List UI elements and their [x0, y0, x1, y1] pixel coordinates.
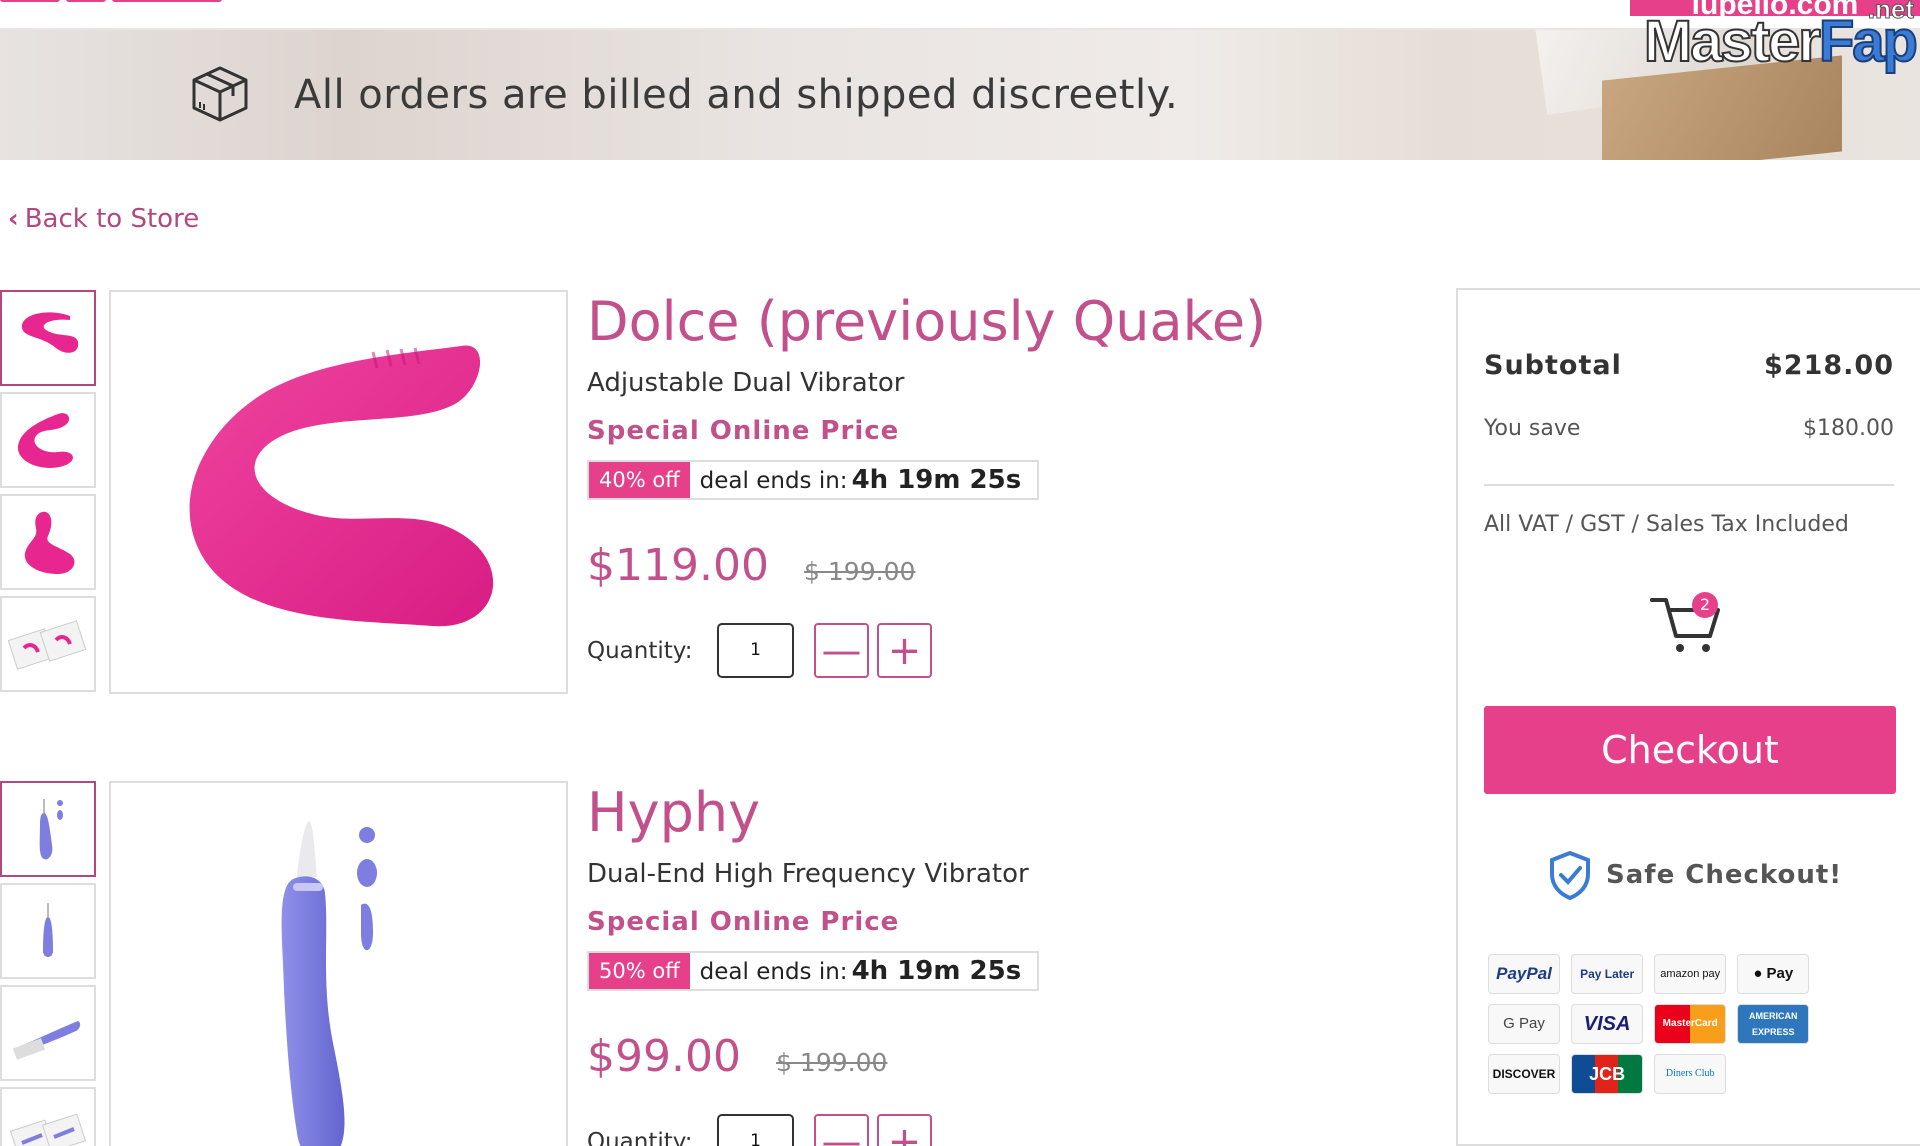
thumbnail-4[interactable]	[0, 1087, 96, 1146]
subtotal-label: Subtotal	[1484, 350, 1622, 381]
product-subtitle: Adjustable Dual Vibrator	[587, 368, 905, 398]
quantity-row: Quantity: 1 — +	[587, 1114, 1407, 1146]
google-pay-logo: G Pay	[1488, 1004, 1560, 1044]
quantity-row: Quantity: 1 — +	[587, 623, 1407, 678]
shield-check-icon	[1550, 850, 1590, 900]
mastercard-logo: MasterCard	[1654, 1004, 1727, 1044]
thumbnail-list	[0, 290, 96, 698]
increase-quantity-button[interactable]: +	[877, 623, 932, 678]
price-row: $119.00 $ 199.00	[587, 540, 1407, 591]
product-image	[109, 781, 568, 1146]
watermark-suffix: .net	[1867, 0, 1914, 25]
subtotal-row: Subtotal $218.00	[1484, 350, 1894, 381]
quantity-label: Quantity:	[587, 637, 693, 664]
payment-methods: PayPal Pay Later amazon pay ● Pay G Pay …	[1488, 954, 1898, 1104]
deal-label: deal ends in:	[699, 468, 848, 494]
watermark-logo-left: Master	[1643, 8, 1822, 75]
chevron-left-icon: ‹	[8, 204, 19, 234]
current-price: $99.00	[587, 1031, 741, 1082]
quantity-input[interactable]: 1	[717, 1114, 794, 1146]
watermark: lupello.com MasterFap .net	[1610, 0, 1920, 75]
diners-club-logo: Diners Club	[1654, 1054, 1727, 1094]
product-image	[109, 290, 568, 694]
summary-divider	[1484, 484, 1894, 486]
thumbnail-list	[0, 781, 96, 1146]
jcb-logo: JCB	[1571, 1054, 1644, 1094]
thumbnail-2[interactable]	[0, 392, 96, 488]
savings-label: You save	[1484, 416, 1581, 441]
paypal-logo: PayPal	[1488, 954, 1560, 994]
visa-logo: VISA	[1571, 1004, 1644, 1044]
plus-icon: +	[887, 627, 922, 674]
special-price-label: Special Online Price	[587, 416, 900, 446]
back-to-store-link[interactable]: ‹ Back to Store	[8, 204, 199, 234]
deal-badge: 40% off deal ends in: 4h 19m 25s	[587, 460, 1040, 500]
product-title[interactable]: Hyphy	[587, 781, 1407, 845]
pay-later-logo: Pay Later	[1571, 954, 1644, 994]
original-price: $ 199.00	[776, 1048, 888, 1077]
thumbnail-1[interactable]	[0, 781, 96, 877]
original-price: $ 199.00	[804, 557, 916, 586]
decrease-quantity-button[interactable]: —	[814, 623, 869, 678]
thumbnail-1[interactable]	[0, 290, 96, 386]
checkout-button[interactable]: Checkout	[1484, 706, 1896, 794]
apple-pay-logo: ● Pay	[1737, 954, 1810, 994]
dolce-product-image	[189, 345, 494, 627]
discover-logo: DISCOVER	[1488, 1054, 1560, 1094]
product-info: Hyphy Dual-End High Frequency Vibrator S…	[587, 781, 1407, 1146]
safe-checkout: Safe Checkout!	[1548, 850, 1842, 900]
deal-label: deal ends in:	[699, 959, 848, 985]
minus-icon: —	[821, 627, 862, 674]
thumbnail-2[interactable]	[0, 883, 96, 979]
product-subtitle: Dual-End High Frequency Vibrator	[587, 859, 1029, 889]
apple-pay-label: Pay	[1766, 965, 1794, 982]
deal-timer: 4h 19m 25s	[851, 956, 1022, 986]
tax-note: All VAT / GST / Sales Tax Included	[1484, 512, 1849, 537]
decrease-quantity-button[interactable]: —	[814, 1114, 869, 1146]
thumbnail-3[interactable]	[0, 494, 96, 590]
hyphy-product-image	[281, 821, 377, 1146]
deal-timer: 4h 19m 25s	[851, 465, 1022, 495]
product-dolce: Dolce (previously Quake) Adjustable Dual…	[0, 290, 1440, 696]
apple-icon: ●	[1753, 965, 1767, 982]
minus-icon: —	[821, 1118, 862, 1146]
deal-badge: 50% off deal ends in: 4h 19m 25s	[587, 951, 1040, 991]
safe-checkout-label: Safe Checkout!	[1606, 860, 1843, 890]
amazon-pay-logo: amazon pay	[1654, 954, 1727, 994]
product-title[interactable]: Dolce (previously Quake)	[587, 290, 1407, 354]
increase-quantity-button[interactable]: +	[877, 1114, 932, 1146]
amex-logo: AMERICAN EXPRESS	[1737, 1004, 1810, 1044]
current-price: $119.00	[587, 540, 769, 591]
package-box-icon	[192, 66, 248, 122]
product-info: Dolce (previously Quake) Adjustable Dual…	[587, 290, 1407, 678]
discount-badge: 50% off	[589, 953, 690, 989]
savings-value: $180.00	[1803, 416, 1894, 441]
subtotal-value: $218.00	[1764, 350, 1894, 381]
deal-countdown: deal ends in: 4h 19m 25s	[690, 465, 1038, 495]
quantity-label: Quantity:	[587, 1128, 693, 1146]
product-hyphy: Hyphy Dual-End High Frequency Vibrator S…	[0, 781, 1440, 1146]
quantity-input[interactable]: 1	[717, 623, 794, 678]
special-price-label: Special Online Price	[587, 907, 900, 937]
thumbnail-4[interactable]	[0, 596, 96, 692]
banner-message: All orders are billed and shipped discre…	[294, 72, 1179, 118]
price-row: $99.00 $ 199.00	[587, 1031, 1407, 1082]
order-summary: Subtotal $218.00 You save $180.00 All VA…	[1456, 288, 1920, 1146]
site-logo-fragment[interactable]	[0, 0, 300, 4]
deal-countdown: deal ends in: 4h 19m 25s	[690, 956, 1038, 986]
thumbnail-3[interactable]	[0, 985, 96, 1081]
savings-row: You save $180.00	[1484, 416, 1894, 441]
cart-count-badge: 2	[1692, 592, 1718, 618]
discount-badge: 40% off	[589, 462, 690, 498]
back-to-store-label: Back to Store	[24, 204, 200, 234]
plus-icon: +	[887, 1118, 922, 1146]
